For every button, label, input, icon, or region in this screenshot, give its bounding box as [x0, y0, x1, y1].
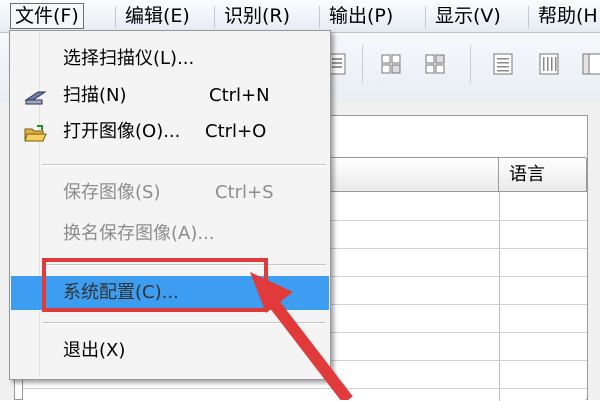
open-folder-icon — [23, 122, 47, 142]
menu-item-label: 换名保存图像(A)... — [63, 223, 215, 244]
menu-item-label: 扫描(N) — [63, 85, 127, 106]
scanner-icon — [23, 86, 47, 106]
column-divider — [499, 192, 500, 401]
menu-view[interactable]: 显示(V) — [431, 3, 505, 29]
menu-item-shortcut: Ctrl+O — [205, 121, 267, 142]
menu-item-select-scanner[interactable]: 选择扫描仪(L)... — [11, 42, 329, 76]
menu-bar: 文件(F) 编辑(E) 识别(R) 输出(P) 显示(V) 帮助(H — [0, 0, 600, 33]
frame-icon[interactable] — [578, 49, 600, 79]
menu-help[interactable]: 帮助(H — [534, 3, 600, 29]
column-header-language[interactable]: 语言 — [499, 158, 587, 192]
menu-divider — [115, 6, 116, 28]
table-row — [23, 388, 587, 389]
grid-icon[interactable] — [376, 49, 406, 79]
grid-plus-icon[interactable] — [420, 49, 450, 79]
menu-separator — [42, 322, 326, 324]
menu-item-open-image[interactable]: 打开图像(O)... Ctrl+O — [11, 115, 329, 149]
toolbar-divider — [470, 45, 471, 83]
menu-item-label: 退出(X) — [63, 340, 126, 361]
menu-divider — [214, 6, 215, 28]
file-menu-dropdown: 选择扫描仪(L)... 扫描(N) Ctrl+N 打开图像(O)... Ctrl… — [9, 30, 331, 380]
menu-divider — [425, 6, 426, 28]
columns-icon[interactable] — [534, 49, 564, 79]
toolbar-divider — [362, 45, 363, 83]
menu-separator — [42, 164, 326, 166]
menu-item-save-image-as[interactable]: 换名保存图像(A)... — [11, 217, 329, 251]
menu-item-label: 保存图像(S) — [63, 182, 161, 203]
menu-item-label: 选择扫描仪(L)... — [63, 48, 195, 69]
highlight-box — [42, 258, 268, 312]
menu-output[interactable]: 输出(P) — [325, 3, 397, 29]
menu-file[interactable]: 文件(F) — [10, 3, 84, 29]
menu-item-save-image[interactable]: 保存图像(S) Ctrl+S — [11, 176, 329, 210]
menu-edit[interactable]: 编辑(E) — [121, 3, 194, 29]
menu-item-exit[interactable]: 退出(X) — [11, 334, 329, 368]
menu-item-shortcut: Ctrl+N — [209, 85, 270, 106]
menu-divider — [528, 6, 529, 28]
menu-divider — [319, 6, 320, 28]
menu-item-shortcut: Ctrl+S — [215, 182, 274, 203]
menu-recognize[interactable]: 识别(R) — [220, 3, 294, 29]
text-block-icon[interactable] — [488, 49, 518, 79]
menu-item-label: 打开图像(O)... — [63, 121, 181, 142]
menu-item-scan[interactable]: 扫描(N) Ctrl+N — [11, 79, 329, 113]
